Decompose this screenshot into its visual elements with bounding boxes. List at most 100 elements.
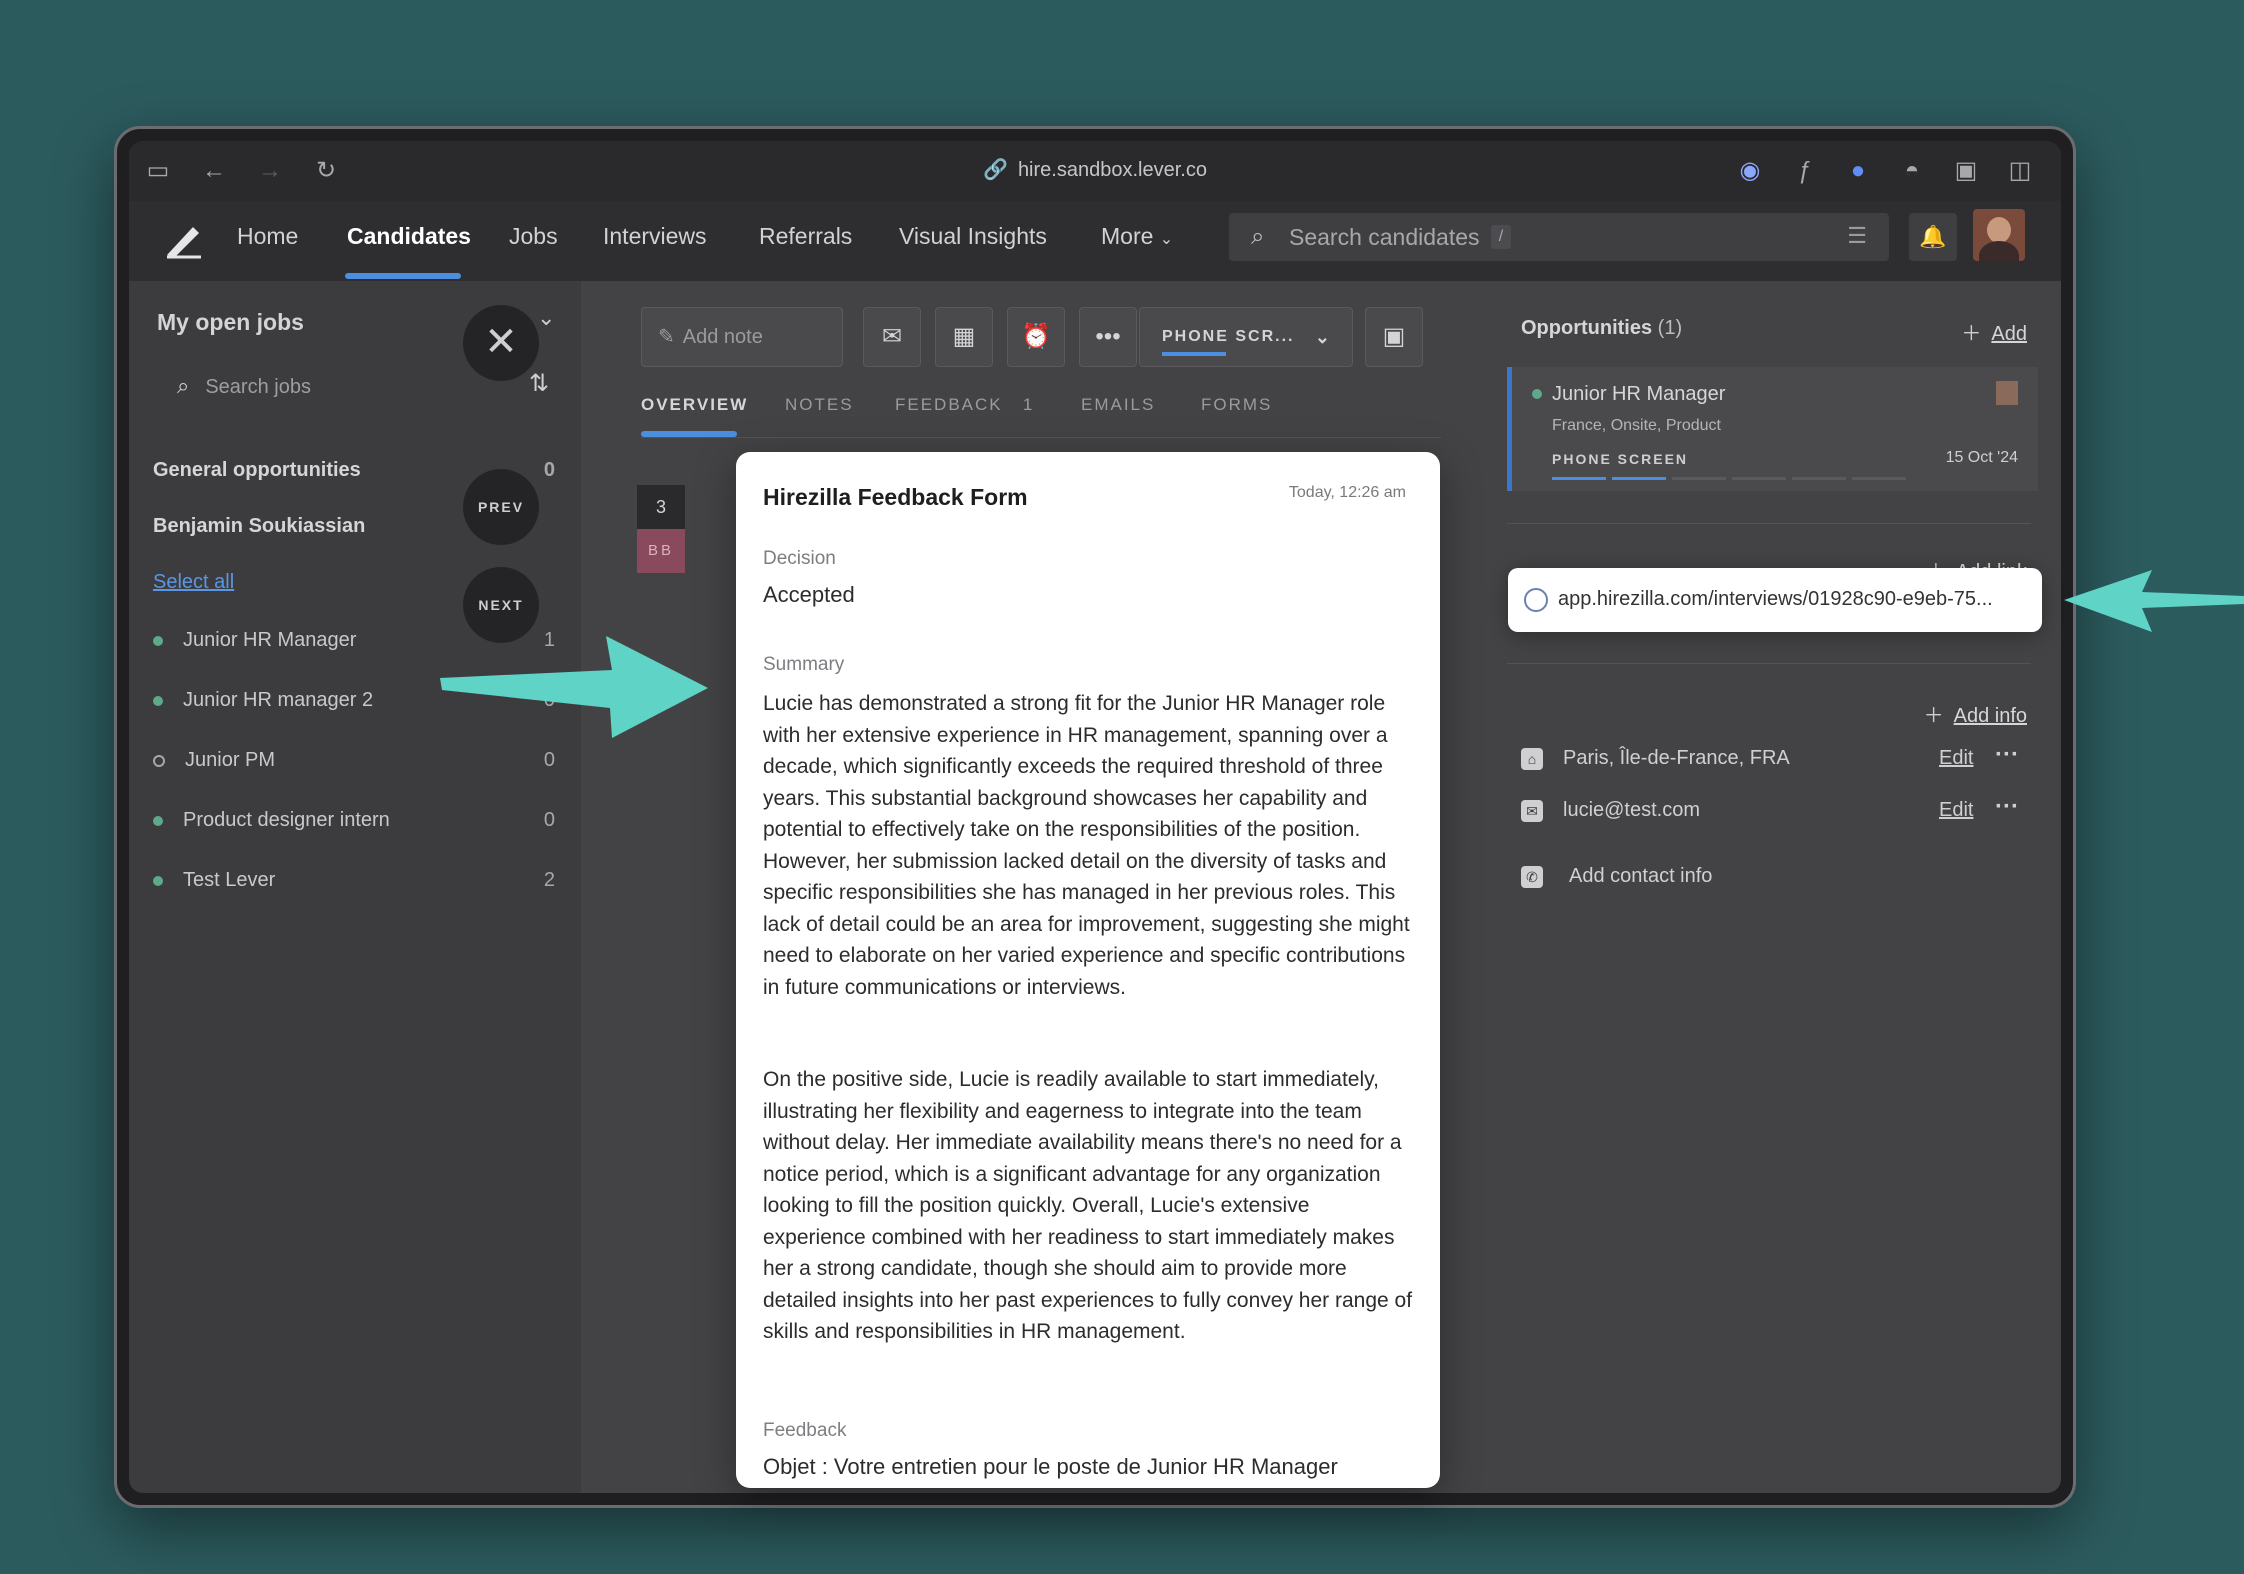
sidebar-job-item[interactable]: Test Lever 2 (153, 869, 555, 892)
search-shortcut: / (1491, 225, 1511, 249)
feedback-form-title: Hirezilla Feedback Form (763, 484, 1028, 510)
opportunity-date: 15 Oct '24 (1945, 449, 2018, 466)
status-dot (153, 635, 163, 646)
decision-value: Accepted (763, 582, 855, 607)
nav-referrals[interactable]: Referrals (759, 223, 852, 250)
function-extension-icon[interactable]: ƒ (1789, 157, 1819, 185)
tab-notes[interactable]: NOTES (785, 395, 854, 415)
alarm-icon: ⏰ (1021, 323, 1051, 350)
add-contact-info-button[interactable]: ✆ Add contact info (1521, 865, 1712, 888)
nav-interviews[interactable]: Interviews (603, 223, 707, 250)
sort-icon[interactable]: ⇅ (529, 369, 549, 398)
more-icon[interactable]: ··· (1995, 741, 2019, 769)
interview-link-card[interactable]: app.hirezilla.com/interviews/01928c90-e9… (1508, 568, 2042, 632)
candidate-search[interactable]: ⌕ Search candidates / ☰ (1229, 213, 1889, 261)
calendar-icon: ▦ (952, 323, 976, 350)
job-search-input[interactable]: Search jobs (205, 376, 311, 398)
arrow-pointer-icon (440, 636, 708, 738)
notes-extension-icon[interactable]: ▣ (1951, 157, 1981, 185)
envelope-icon: ✉ (881, 323, 903, 350)
close-icon: ✕ (484, 320, 518, 364)
location-row: ⌂ Paris, Île-de-France, FRA (1521, 747, 1790, 770)
arrow-pointer-icon (2064, 570, 2244, 632)
nav-candidates[interactable]: Candidates (347, 223, 471, 250)
stage-progress-bar (1162, 352, 1226, 356)
user-avatar[interactable] (1973, 209, 2025, 261)
feedback-label: Feedback (763, 1420, 847, 1441)
status-dot (153, 695, 163, 706)
summary-label: Summary (763, 654, 845, 675)
lever-logo-icon[interactable] (163, 221, 203, 261)
stage-progress-segment (1792, 477, 1846, 480)
tab-divider (641, 437, 1441, 438)
sidebar-title: My open jobs (157, 309, 304, 335)
opportunity-meta: France, Onsite, Product (1552, 417, 1721, 434)
status-dot (1532, 389, 1542, 399)
email-button[interactable]: ✉ (863, 307, 921, 367)
feedback-timestamp: Today, 12:26 am (1288, 484, 1406, 501)
more-icon: ••• (1095, 323, 1121, 350)
split-view-icon[interactable]: ◫ (2005, 157, 2035, 185)
stage-progress-segment (1552, 477, 1606, 480)
stage-progress-segment (1612, 477, 1666, 480)
archive-button[interactable]: ▣ (1365, 307, 1423, 367)
stage-progress-segment (1852, 477, 1906, 480)
nav-visual-insights[interactable]: Visual Insights (899, 223, 1047, 250)
job-search[interactable]: ⌕ Search jobs (177, 373, 311, 399)
nav-more[interactable]: More ⌄ (1101, 223, 1173, 250)
status-dot (153, 754, 165, 767)
url-text: hire.sandbox.lever.co (1017, 159, 1207, 181)
schedule-button[interactable]: ▦ (935, 307, 993, 367)
stage-progress-segment (1672, 477, 1726, 480)
summary-paragraph-1: Lucie has demonstrated a strong fit for … (763, 692, 1410, 999)
tab-feedback[interactable]: FEEDBACK 1 (895, 395, 1034, 415)
summary-paragraph-2: On the positive side, Lucie is readily a… (763, 1068, 1413, 1343)
interview-link-url[interactable]: app.hirezilla.com/interviews/01928c90-e9… (1558, 588, 1993, 611)
search-icon: ⌕ (177, 373, 190, 398)
opportunities-panel: Opportunities (1) ＋ Add Junior HR Manage… (1481, 281, 2061, 1493)
more-icon[interactable]: ··· (1995, 793, 2019, 821)
status-dot (153, 875, 163, 886)
edit-email-button[interactable]: Edit (1939, 799, 1973, 822)
divider (1507, 523, 2031, 524)
status-dot (153, 815, 163, 826)
notifications-bell-icon[interactable]: 🔔 (1909, 213, 1957, 261)
location-icon: ⌂ (1521, 747, 1543, 770)
sidebar-job-item[interactable]: Product designer intern 0 (153, 809, 555, 832)
nav-jobs[interactable]: Jobs (509, 223, 558, 250)
close-button[interactable]: ✕ (463, 305, 539, 381)
timeline-count: 3 (637, 485, 685, 529)
plus-icon: ＋ (1923, 705, 1944, 727)
link-icon: 🔗 (983, 159, 1008, 181)
chevron-down-icon: ⌄ (1159, 231, 1174, 248)
address-bar[interactable]: 🔗 hire.sandbox.lever.co (129, 157, 2061, 182)
chevron-down-icon[interactable]: ⌄ (537, 305, 555, 331)
opportunities-title: Opportunities (1) (1521, 317, 1683, 339)
chevron-down-icon: ⌄ (1314, 327, 1332, 347)
privacy-extension-icon[interactable]: ◓ (1897, 157, 1927, 185)
filter-icon[interactable]: ☰ (1847, 223, 1867, 249)
tab-emails[interactable]: EMAILS (1081, 395, 1155, 415)
search-input[interactable]: Search candidates (1289, 224, 1480, 251)
sidebar-job-item[interactable]: Junior PM 0 (153, 749, 555, 772)
add-opportunity-link[interactable]: ＋ Add (1961, 317, 2027, 346)
opportunity-card[interactable]: Junior HR Manager France, Onsite, Produc… (1507, 367, 2038, 491)
feedback-text: Objet : Votre entretien pour le poste de… (763, 1454, 1338, 1479)
tab-overview[interactable]: OVERVIEW (641, 395, 748, 415)
extension-icon[interactable]: ● (1843, 157, 1873, 185)
opportunity-title: Junior HR Manager (1552, 383, 1726, 405)
nav-home[interactable]: Home (237, 223, 298, 250)
archive-icon: ▣ (1382, 323, 1406, 350)
prev-button[interactable]: PREV (463, 469, 539, 545)
password-extension-icon[interactable]: ◉ (1735, 157, 1765, 185)
feedback-form-card: Hirezilla Feedback Form Today, 12:26 am … (736, 452, 1440, 1488)
reminder-button[interactable]: ⏰ (1007, 307, 1065, 367)
edit-location-button[interactable]: Edit (1939, 747, 1973, 770)
add-note-button[interactable]: ✎ Add note (641, 307, 843, 367)
tab-forms[interactable]: FORMS (1201, 395, 1272, 415)
select-all-link[interactable]: Select all (153, 571, 234, 594)
feedback-count-badge: 1 (1022, 395, 1035, 414)
stage-dropdown[interactable]: PHONE SCR... ⌄ (1139, 307, 1353, 367)
more-actions-button[interactable]: ••• (1079, 307, 1137, 367)
add-info-button[interactable]: ＋ Add info (1924, 699, 2027, 728)
